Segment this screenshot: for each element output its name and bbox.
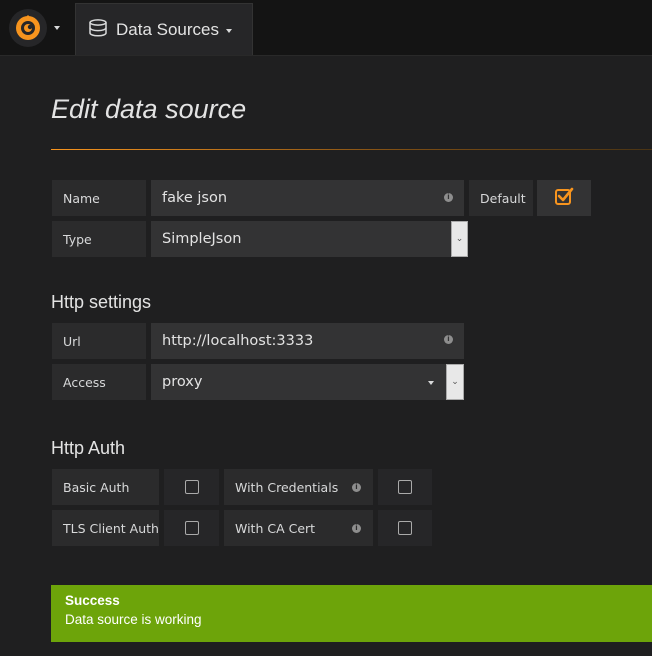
title-divider xyxy=(51,149,652,150)
chevron-down-icon xyxy=(54,25,60,30)
type-select-value: SimpleJson xyxy=(162,231,242,247)
tls-client-auth-label: TLS Client Auth xyxy=(51,509,160,547)
checkmark-icon xyxy=(554,186,574,210)
alert-title: Success xyxy=(65,593,120,608)
grafana-menu-button[interactable] xyxy=(0,0,72,55)
data-sources-nav-button[interactable]: Data Sources xyxy=(75,3,253,55)
basic-auth-checkbox[interactable] xyxy=(163,468,220,506)
top-navbar: Data Sources xyxy=(0,0,652,56)
http-settings-title: Http settings xyxy=(51,292,152,312)
grafana-logo-icon xyxy=(9,8,47,47)
info-icon[interactable]: i xyxy=(444,193,453,202)
success-alert: Success Data source is working xyxy=(51,585,652,642)
with-credentials-checkbox[interactable] xyxy=(377,468,433,506)
type-label: Type xyxy=(51,220,147,258)
http-auth-title: Http Auth xyxy=(51,438,126,458)
default-label: Default xyxy=(468,179,534,217)
breadcrumb-label: Data Sources xyxy=(116,19,219,39)
url-input[interactable]: http://localhost:3333 xyxy=(150,322,465,360)
name-input[interactable]: fake json xyxy=(150,179,465,217)
url-input-value: http://localhost:3333 xyxy=(162,333,314,349)
access-label: Access xyxy=(51,363,147,401)
with-ca-cert-checkbox[interactable] xyxy=(377,509,433,547)
checkbox-box xyxy=(184,521,199,535)
database-icon xyxy=(88,18,108,41)
url-label: Url xyxy=(51,322,147,360)
with-credentials-text: With Credentials xyxy=(235,479,339,495)
checkbox-box xyxy=(184,480,199,494)
tls-client-auth-checkbox[interactable] xyxy=(163,509,220,547)
access-select-value: proxy xyxy=(162,374,203,390)
basic-auth-label: Basic Auth xyxy=(51,468,160,506)
type-select[interactable]: SimpleJson xyxy=(150,220,452,258)
access-select-arrow-icon[interactable]: ⌄ xyxy=(446,364,464,400)
alert-message: Data source is working xyxy=(65,612,202,627)
chevron-down-icon xyxy=(226,29,232,33)
name-input-value: fake json xyxy=(162,190,228,206)
default-checkbox[interactable] xyxy=(536,179,592,217)
info-icon[interactable]: i xyxy=(352,524,361,533)
info-icon[interactable]: i xyxy=(444,335,453,344)
type-select-arrow-icon[interactable]: ⌄ xyxy=(451,221,468,257)
checkbox-box xyxy=(398,521,412,535)
access-select[interactable]: proxy xyxy=(150,363,447,401)
page-title: Edit data source xyxy=(51,94,247,124)
chevron-down-icon xyxy=(428,381,434,385)
checkbox-box xyxy=(398,480,412,494)
name-label: Name xyxy=(51,179,147,217)
info-icon[interactable]: i xyxy=(352,483,361,492)
with-ca-cert-text: With CA Cert xyxy=(235,520,316,536)
